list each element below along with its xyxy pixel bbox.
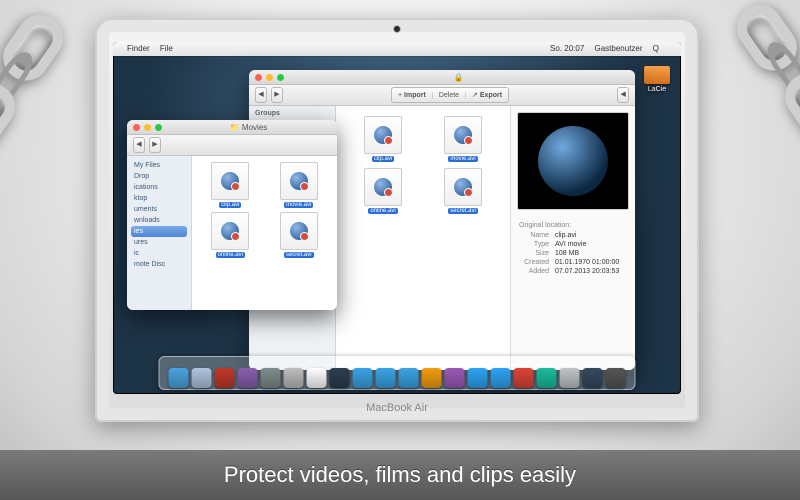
menubar: Finder File So. 20:07 Gastbenutzer Q <box>113 42 681 56</box>
earth-icon <box>538 126 608 196</box>
import-button[interactable]: + Import <box>392 92 433 99</box>
drive-label: LaCie <box>648 86 666 93</box>
sidebar-item[interactable]: ications <box>131 182 187 193</box>
finder-file-grid: clip.avi movie.avi online.avi secret.avi <box>192 156 337 310</box>
minimize-icon[interactable] <box>144 124 151 131</box>
close-icon[interactable] <box>255 74 262 81</box>
sidebar-item[interactable]: ic <box>131 248 187 259</box>
close-icon[interactable] <box>133 124 140 131</box>
vault-lock-icon: 🔒 <box>288 73 629 82</box>
vault-titlebar[interactable]: 🔒 <box>249 70 635 85</box>
vault-action-segment: + Import Delete ↗ Export <box>391 87 509 103</box>
finder-sidebar: My Files Drop ications ktop uments wnloa… <box>127 156 192 310</box>
info-toggle-button[interactable]: ◀ <box>617 87 629 103</box>
sidebar-item[interactable]: ktop <box>131 193 187 204</box>
chain-decoration-right <box>728 0 800 194</box>
finder-titlebar[interactable]: 📁 Movies <box>127 120 337 135</box>
dock-app-icon[interactable] <box>560 368 580 388</box>
menubar-app[interactable]: Finder <box>127 44 150 53</box>
finder-file[interactable]: secret.avi <box>267 212 332 258</box>
delete-button[interactable]: Delete <box>433 92 466 99</box>
dock-app-icon[interactable] <box>284 368 304 388</box>
dock-app-icon[interactable] <box>537 368 557 388</box>
finder-file[interactable]: online.avi <box>198 212 263 258</box>
sidebar-item[interactable]: uments <box>131 204 187 215</box>
dock-app-icon[interactable] <box>261 368 281 388</box>
vault-file[interactable]: movie.avi <box>426 116 500 162</box>
quicktime-icon <box>374 178 392 196</box>
vault-file[interactable]: clip.avi <box>346 116 420 162</box>
promo-caption: Protect videos, films and clips easily <box>0 450 800 500</box>
sidebar-item-movies[interactable]: ies <box>131 226 187 237</box>
quicktime-icon <box>454 126 472 144</box>
dock-app-icon[interactable] <box>307 368 327 388</box>
menubar-user[interactable]: Gastbenutzer <box>595 44 643 53</box>
minimize-icon[interactable] <box>266 74 273 81</box>
quicktime-icon <box>454 178 472 196</box>
dock-app-icon[interactable] <box>468 368 488 388</box>
drive-icon <box>644 66 670 84</box>
dock-app-icon[interactable] <box>192 368 212 388</box>
dock-app-icon[interactable] <box>353 368 373 388</box>
laptop-brand: MacBook Air <box>97 402 697 414</box>
chain-decoration-left <box>0 6 72 204</box>
back-button[interactable]: ◀ <box>255 87 267 103</box>
spotlight-icon[interactable]: Q <box>653 44 659 53</box>
info-metadata: Nameclip.avi TypeAVI movie Size108 MB Cr… <box>519 231 627 276</box>
sidebar-item[interactable]: Drop <box>131 171 187 182</box>
dock-app-icon[interactable] <box>215 368 235 388</box>
zoom-icon[interactable] <box>277 74 284 81</box>
vault-file[interactable]: online.avi <box>346 168 420 214</box>
groups-header: Groups <box>249 106 335 121</box>
quicktime-icon <box>221 222 239 240</box>
sidebar-item[interactable]: ures <box>131 237 187 248</box>
preview-thumbnail <box>517 112 629 210</box>
dock-app-icon[interactable] <box>169 368 189 388</box>
quicktime-icon <box>374 126 392 144</box>
dock-app-icon[interactable] <box>583 368 603 388</box>
sidebar-item[interactable]: My Files <box>131 160 187 171</box>
export-button[interactable]: ↗ Export <box>466 91 508 99</box>
camera-dot <box>394 26 400 32</box>
forward-button[interactable]: ▶ <box>271 87 283 103</box>
quicktime-icon <box>290 172 308 190</box>
vault-file-grid: clip.avi movie.avi online.avi secret.avi <box>336 106 511 370</box>
finder-toolbar: ◀ ▶ <box>127 135 337 156</box>
dock-app-icon[interactable] <box>422 368 442 388</box>
vault-info-panel: Original location: Nameclip.avi TypeAVI … <box>511 106 635 370</box>
sidebar-item[interactable]: wnloads <box>131 215 187 226</box>
quicktime-icon <box>290 222 308 240</box>
vault-toolbar: ◀ ▶ + Import Delete ↗ Export ◀ <box>249 85 635 106</box>
desktop-screen: Finder File So. 20:07 Gastbenutzer Q LaC… <box>113 42 681 394</box>
dock-app-icon[interactable] <box>445 368 465 388</box>
quicktime-icon <box>221 172 239 190</box>
sidebar-item[interactable]: mote Disc <box>131 259 187 270</box>
dock-app-icon[interactable] <box>514 368 534 388</box>
dock[interactable] <box>159 356 636 390</box>
dock-app-icon[interactable] <box>491 368 511 388</box>
desktop-drive[interactable]: LaCie <box>641 66 673 93</box>
forward-button[interactable]: ▶ <box>149 137 161 153</box>
dock-app-icon[interactable] <box>399 368 419 388</box>
info-header: Original location: <box>519 222 627 229</box>
promo-stage: MacBook Air Finder File So. 20:07 Gastbe… <box>0 0 800 500</box>
vault-file[interactable]: secret.avi <box>426 168 500 214</box>
dock-app-icon[interactable] <box>238 368 258 388</box>
dock-app-icon[interactable] <box>330 368 350 388</box>
menubar-item-file[interactable]: File <box>160 44 173 53</box>
finder-window[interactable]: 📁 Movies ◀ ▶ My Files Drop ications ktop… <box>127 120 337 310</box>
dock-app-icon[interactable] <box>376 368 396 388</box>
laptop-frame: MacBook Air Finder File So. 20:07 Gastbe… <box>95 18 699 422</box>
dock-app-icon[interactable] <box>606 368 626 388</box>
back-button[interactable]: ◀ <box>133 137 145 153</box>
menubar-clock: So. 20:07 <box>550 44 584 53</box>
zoom-icon[interactable] <box>155 124 162 131</box>
finder-file[interactable]: clip.avi <box>198 162 263 208</box>
finder-file[interactable]: movie.avi <box>267 162 332 208</box>
finder-title: 📁 Movies <box>166 123 331 132</box>
